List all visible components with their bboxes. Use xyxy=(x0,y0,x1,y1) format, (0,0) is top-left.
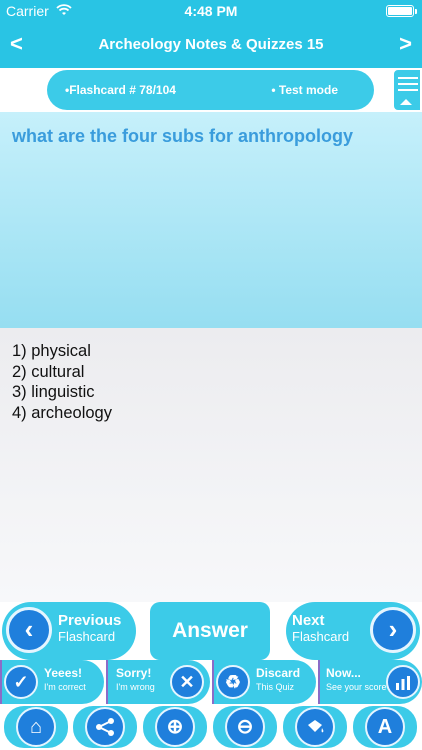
battery-icon xyxy=(386,5,414,17)
home-icon: ⌂ xyxy=(16,707,56,747)
action-row: ‹ Previous Flashcard Answer Next Flashca… xyxy=(0,602,422,660)
correct-button[interactable]: ✓ Yeees! I'm correct xyxy=(0,660,104,704)
wrong-sublabel: I'm wrong xyxy=(116,682,155,692)
score-label: Now... xyxy=(326,666,361,680)
correct-sublabel: I'm correct xyxy=(44,682,86,692)
menu-line-icon xyxy=(398,89,418,91)
nav-forward-button[interactable]: > xyxy=(399,31,412,57)
status-bar: Carrier 4:48 PM xyxy=(0,0,422,22)
chevron-left-icon: ‹ xyxy=(6,607,52,653)
zoom-in-button[interactable]: ⊕ xyxy=(143,706,207,748)
discard-sublabel: This Quiz xyxy=(256,682,295,692)
nav-back-button[interactable]: < xyxy=(10,31,23,57)
feedback-row: ✓ Yeees! I'm correct Sorry! I'm wrong ✕ … xyxy=(0,660,422,704)
discard-label: Discard xyxy=(256,666,301,680)
triangle-icon xyxy=(400,99,412,105)
next-label: Next xyxy=(292,612,325,629)
correct-label: Yeees! xyxy=(44,666,83,680)
mode-label: • Test mode xyxy=(271,83,338,97)
bucket-icon xyxy=(295,707,335,747)
answer-panel: 1) physical 2) cultural 3) linguistic 4)… xyxy=(0,328,422,602)
tool-row: ⌂ ⊕ ⊖ A xyxy=(0,704,422,750)
menu-line-icon xyxy=(398,77,418,79)
font-icon: A xyxy=(365,707,405,747)
score-sublabel: See your score xyxy=(326,682,387,692)
question-panel: what are the four subs for anthropology xyxy=(0,112,422,328)
cross-icon: ✕ xyxy=(170,665,204,699)
check-icon: ✓ xyxy=(4,665,38,699)
previous-label: Previous xyxy=(58,612,122,629)
menu-line-icon xyxy=(398,83,418,85)
flashcard-counter: •Flashcard # 78/104 xyxy=(65,83,176,97)
zoom-in-icon: ⊕ xyxy=(155,707,195,747)
answer-list: 1) physical 2) cultural 3) linguistic 4)… xyxy=(12,341,112,423)
info-bar: •Flashcard # 78/104 • Test mode xyxy=(0,68,422,112)
nav-bar: < Archeology Notes & Quizzes 15 > xyxy=(0,22,422,68)
color-button[interactable] xyxy=(283,706,347,748)
chevron-right-icon: › xyxy=(370,607,416,653)
list-menu-button[interactable] xyxy=(392,68,422,112)
answer-line: 3) linguistic xyxy=(12,383,95,401)
page-title: Archeology Notes & Quizzes 15 xyxy=(98,36,324,53)
score-button[interactable]: Now... See your score xyxy=(318,660,422,704)
answer-line: 2) cultural xyxy=(12,362,85,381)
answer-line: 1) physical xyxy=(12,342,91,360)
share-icon xyxy=(85,707,125,747)
wrong-label: Sorry! xyxy=(116,666,152,680)
recycle-icon: ♻ xyxy=(216,665,250,699)
next-sublabel: Flashcard xyxy=(292,629,350,644)
zoom-out-button[interactable]: ⊖ xyxy=(213,706,277,748)
clock: 4:48 PM xyxy=(184,3,238,19)
wrong-button[interactable]: Sorry! I'm wrong ✕ xyxy=(106,660,210,704)
question-text: what are the four subs for anthropology xyxy=(12,126,354,146)
answer-line: 4) archeology xyxy=(12,403,112,422)
discard-quiz-button[interactable]: ♻ Discard This Quiz xyxy=(212,660,316,704)
info-pill: •Flashcard # 78/104 • Test mode xyxy=(47,70,374,110)
next-flashcard-button[interactable]: Next Flashcard › xyxy=(286,602,420,660)
zoom-out-icon: ⊖ xyxy=(225,707,265,747)
font-button[interactable]: A xyxy=(353,706,417,748)
battery-tip xyxy=(415,9,417,14)
chart-icon xyxy=(386,665,420,699)
share-button[interactable] xyxy=(73,706,137,748)
answer-button[interactable]: Answer xyxy=(150,602,270,660)
home-button[interactable]: ⌂ xyxy=(4,706,68,748)
previous-sublabel: Flashcard xyxy=(58,629,116,644)
previous-flashcard-button[interactable]: ‹ Previous Flashcard xyxy=(2,602,136,660)
